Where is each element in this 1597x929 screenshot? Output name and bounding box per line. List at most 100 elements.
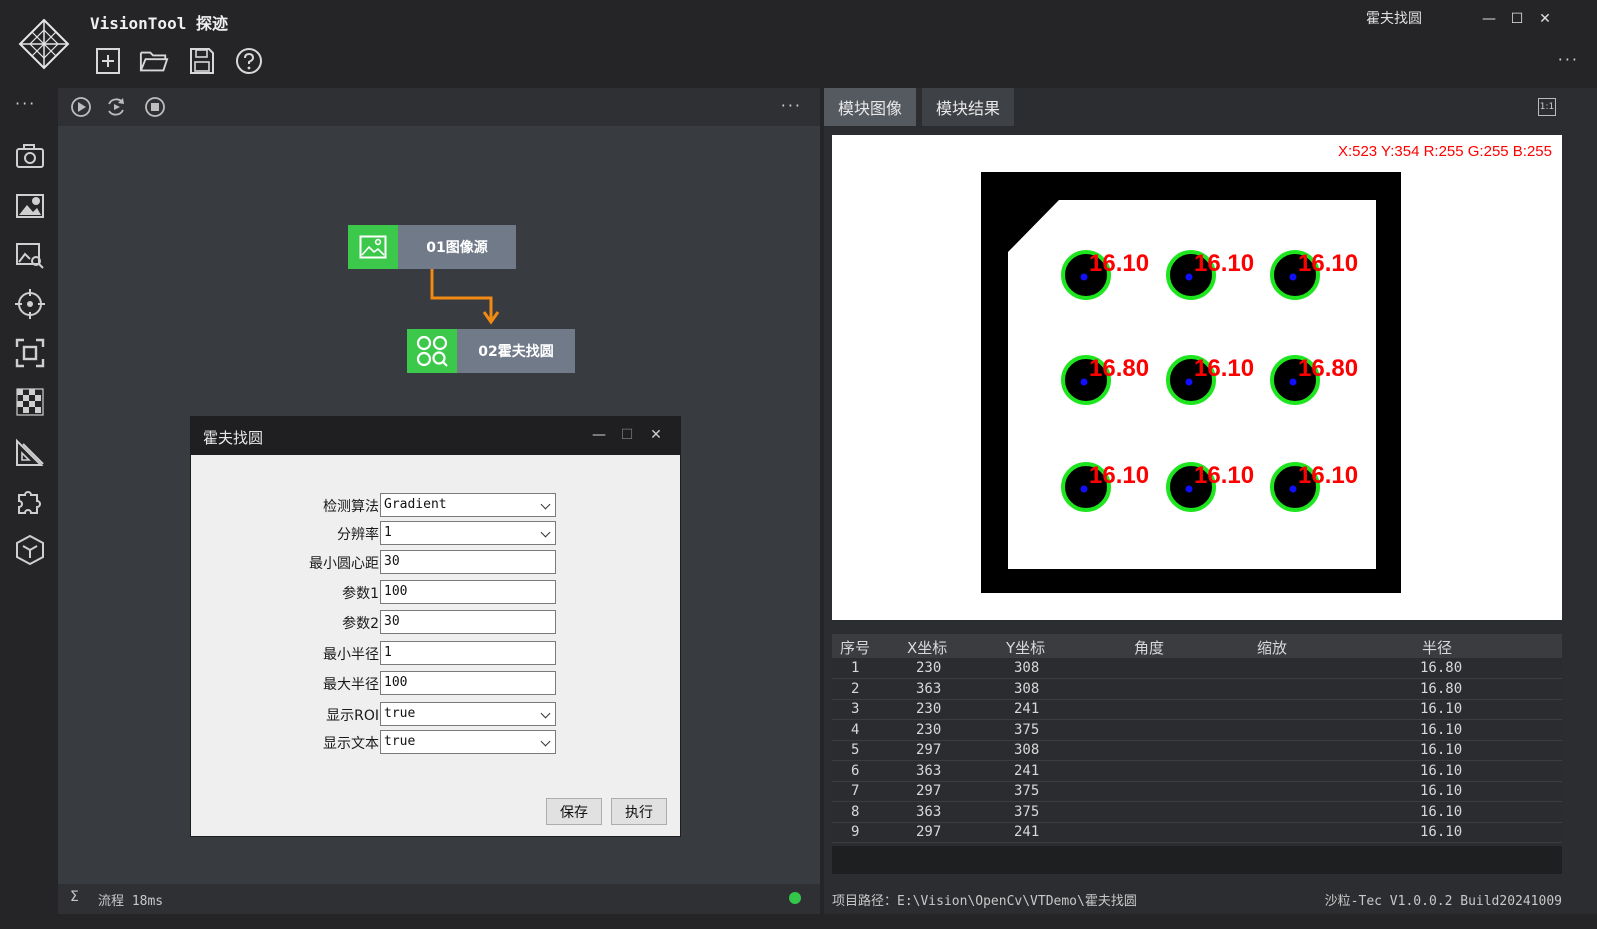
circle-radius-label: 16.10 [1194,355,1254,382]
save-button[interactable]: 保存 [546,798,602,825]
circle-center [1289,485,1297,493]
execute-button[interactable]: 执行 [611,798,667,825]
param-label: 分辨率 [337,527,379,543]
dialog-maximize-button[interactable]: ☐ [617,425,637,445]
maximize-button[interactable]: ☐ [1508,10,1526,28]
column-header: 序号 [840,639,871,657]
param-input[interactable]: 1 [380,641,556,665]
cube-icon[interactable] [14,534,46,566]
hough-params-dialog: 霍夫找圆 — ☐ ✕ 检测算法 Gradient 分辨率 1 最小圆心距 30 参数1 100… [190,416,681,837]
app-logo-icon [18,18,70,70]
param-select[interactable]: Gradient [380,493,556,517]
param-label: 最大半径 [323,677,379,693]
flow-toolbar: ··· [58,88,820,126]
param-input[interactable]: 30 [380,610,556,634]
status-indicator [789,892,801,904]
image-viewer[interactable]: X:523 Y:354 R:255 G:255 B:255 16.10 16.10… [832,135,1562,620]
dialog-close-button[interactable]: ✕ [646,425,666,445]
table-row[interactable]: 9 297 241 16.10 [832,823,1562,843]
param-row: 检测算法 Gradient [271,493,571,517]
param-label: 参数1 [342,586,379,602]
param-input[interactable]: 30 [380,550,556,574]
table-cell: 241 [1014,762,1040,779]
table-row[interactable]: 4 230 375 16.10 [832,721,1562,741]
table-cell: 375 [1014,783,1040,799]
checkerboard-icon[interactable] [14,386,46,418]
param-select[interactable]: true [380,702,556,726]
new-project-button[interactable] [93,46,123,76]
table-cell: 2 [851,680,860,697]
column-header: X坐标 [907,639,948,657]
dialog-title-bar[interactable]: 霍夫找圆 — ☐ ✕ [191,417,680,455]
open-project-button[interactable] [139,46,169,76]
help-button[interactable] [234,46,264,76]
module-panel: 模块图像 模块结果 1:1 X:523 Y:354 R:255 G:255 B:… [824,88,1597,914]
table-cell: 308 [1014,660,1040,676]
node-image-source[interactable]: 01图像源 [348,225,516,269]
right-status-bar: 项目路径：E:\Vision\OpenCv\VTDemo\霍夫找圆 沙粒-Tec… [824,884,1597,914]
stop-icon[interactable] [144,96,166,118]
table-row[interactable]: 7 297 375 16.10 [832,782,1562,802]
column-header: Y坐标 [1006,639,1046,657]
save-project-button[interactable] [187,46,217,76]
flow-more-button[interactable]: ··· [781,96,802,115]
close-button[interactable]: ✕ [1536,10,1554,28]
param-select[interactable]: true [380,730,556,754]
param-label: 显示文本 [323,736,379,752]
table-cell: 363 [916,762,942,779]
image-search-icon[interactable] [14,239,46,271]
node-hough-circles[interactable]: 02霍夫找圆 [407,329,575,373]
run-loop-icon[interactable] [105,96,127,118]
app-window: VisionTool 探迹 霍夫找圆 — ☐ ✕ ··· ··· ··· 01图… [0,0,1597,929]
table-cell: 297 [916,783,942,799]
tab-module-image[interactable]: 模块图像 [824,88,917,126]
param-input[interactable]: 100 [380,671,556,695]
crosshair-icon[interactable] [14,288,46,320]
node-label: 02霍夫找圆 [457,329,575,373]
circle-radius-label: 16.80 [1298,355,1358,382]
table-cell: 363 [916,803,942,820]
dialog-minimize-button[interactable]: — [589,425,609,445]
table-cell: 363 [916,680,942,697]
results-table[interactable]: 序号 X坐标 Y坐标 角度 缩放 半径 1 230 308 16.80 2 363 308 16.80 3… [832,634,1562,844]
open-folder-icon [139,51,169,72]
result-image: 16.10 16.10 16.10 16.80 16.10 16.80 16.10 16.10… [981,172,1401,593]
ruler-icon[interactable] [14,436,46,468]
table-row[interactable]: 1 230 308 16.80 [832,659,1562,679]
table-row[interactable]: 6 363 241 16.10 [832,762,1562,782]
param-input[interactable]: 100 [380,580,556,604]
minimize-button[interactable]: — [1480,10,1498,28]
app-title: VisionTool 探迹 [90,14,228,33]
focus-frame-icon[interactable] [14,337,46,369]
param-select[interactable]: 1 [380,521,556,545]
table-cell: 1 [851,660,860,676]
table-cell: 375 [1014,803,1040,820]
puzzle-icon[interactable] [14,485,46,517]
toolstrip-more-button[interactable]: ··· [15,94,36,113]
param-label: 参数2 [342,616,379,632]
fit-ratio-button[interactable]: 1:1 [1538,98,1556,116]
tool-strip: ··· [0,88,58,929]
table-cell: 6 [851,762,860,779]
help-icon [236,48,262,74]
table-row[interactable]: 8 363 375 16.10 [832,803,1562,823]
param-row: 最大半径 100 [271,671,571,695]
run-once-icon[interactable] [70,96,92,118]
param-row: 最小圆心距 30 [271,550,571,574]
more-menu-button[interactable]: ··· [1558,50,1579,69]
tab-module-result[interactable]: 模块结果 [922,88,1015,126]
table-cell: 308 [1014,742,1040,758]
node-label: 01图像源 [398,225,516,269]
image-settings-icon[interactable] [14,190,46,222]
circle-center [1080,378,1088,386]
table-row[interactable]: 5 297 308 16.10 [832,741,1562,761]
camera-icon[interactable] [14,140,46,172]
table-row[interactable]: 2 363 308 16.80 [832,680,1562,700]
circle-center [1185,485,1193,493]
table-cell: 241 [1014,701,1040,717]
sigma-icon: Σ [70,889,79,905]
table-cell: 16.10 [1420,742,1463,758]
table-cell: 297 [916,742,942,758]
table-row[interactable]: 3 230 241 16.10 [832,700,1562,720]
circle-radius-label: 16.10 [1194,250,1254,277]
